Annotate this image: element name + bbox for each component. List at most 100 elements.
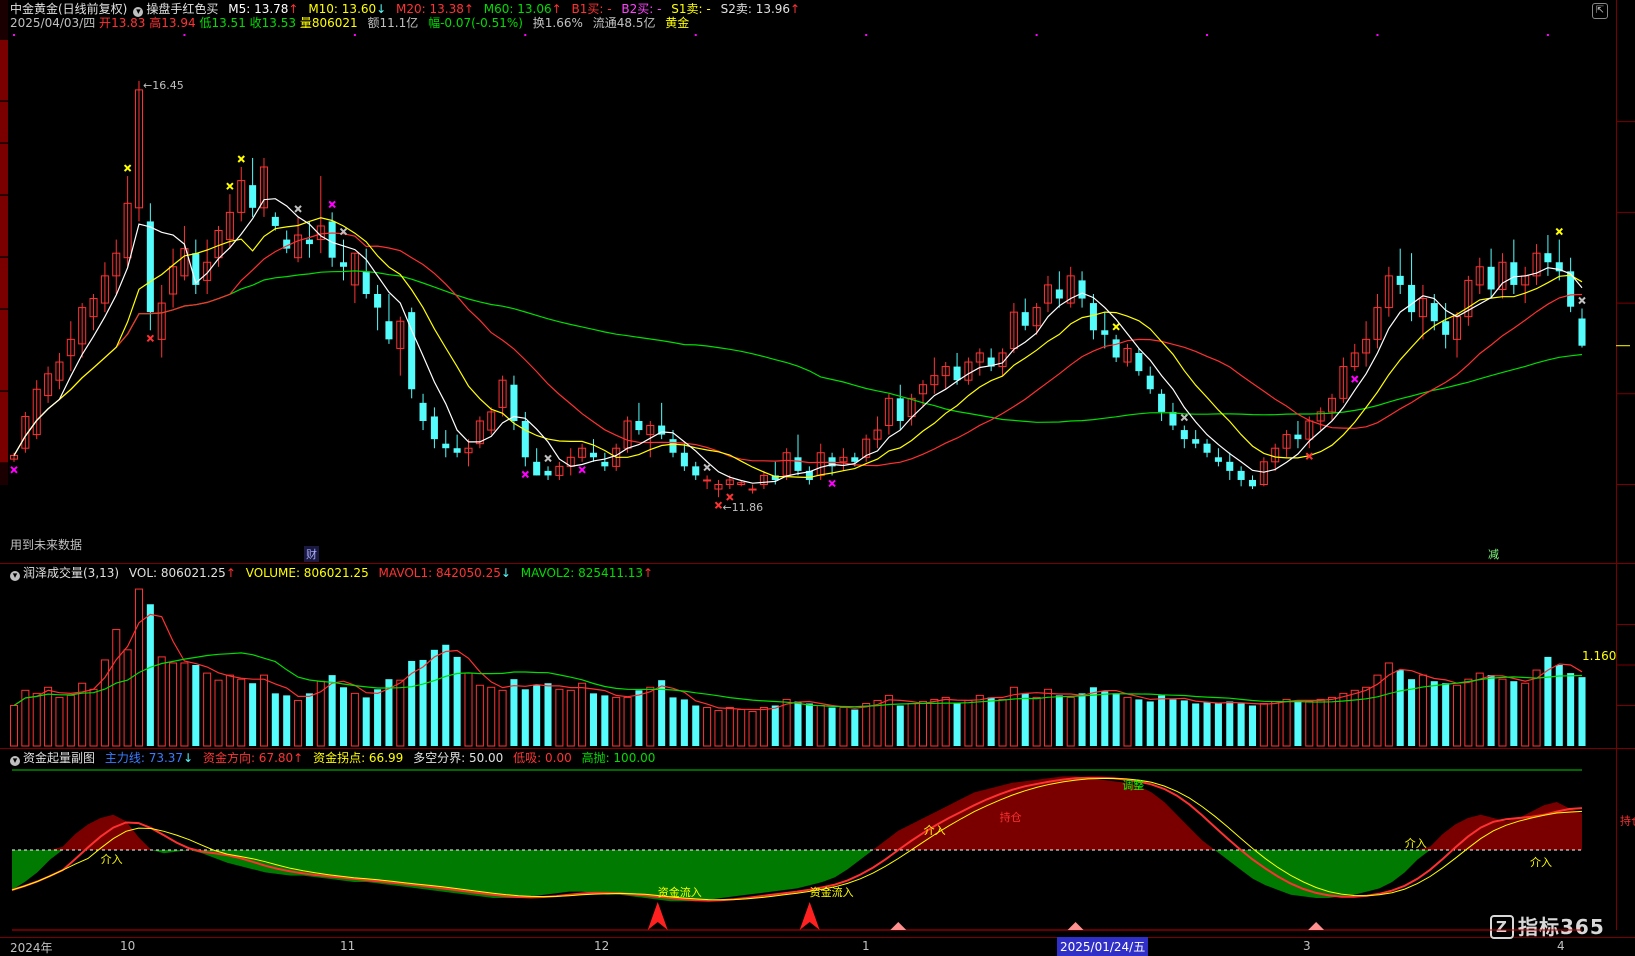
candle-body-down (1146, 375, 1154, 390)
volume-bar-up (112, 629, 121, 747)
volume-bar-down (1192, 703, 1200, 746)
volume-bar-up (475, 684, 484, 747)
volume-bar-up (1009, 686, 1018, 747)
candle-body-down (1430, 303, 1438, 322)
volume-bar-up (555, 688, 564, 747)
candle-body-down (1578, 318, 1586, 346)
volume-bar-down (1442, 683, 1450, 746)
volume-bar-up (1259, 702, 1268, 747)
candle-body-down (385, 321, 393, 340)
volume-bar-down (669, 697, 677, 746)
candle-body-down (794, 457, 802, 471)
top-marker-dot (183, 34, 186, 36)
volume-bar-up (1350, 689, 1359, 747)
volume-bar-up (612, 696, 621, 747)
volume-bar-up (1316, 698, 1325, 747)
candle-body-down (1192, 439, 1200, 444)
volume-bar-up (862, 702, 871, 747)
volume-bar-up (21, 689, 30, 747)
candle-body-down (1408, 284, 1416, 313)
volume-bar-up (748, 711, 757, 747)
volume-bar-up (1418, 674, 1427, 747)
pink-marker (890, 922, 907, 930)
candle-body-down (146, 221, 154, 313)
volume-bar-down (1555, 665, 1563, 746)
volume-bar-up (203, 672, 212, 747)
volume-bar-down (362, 697, 370, 746)
jieru-label: 介入 (924, 824, 946, 837)
volume-bar-down (271, 693, 279, 746)
candle-body-down (374, 294, 382, 308)
signal-cross (123, 164, 132, 172)
volume-bar-up (487, 686, 496, 747)
volume-bar-up (1032, 696, 1041, 747)
candle-body-down (953, 366, 961, 381)
volume-bar-up (1328, 696, 1337, 747)
volume-bar-down (771, 705, 779, 746)
candle-body-down (328, 221, 336, 258)
top-marker-dot (1206, 34, 1209, 36)
volume-bar-down (1078, 693, 1086, 746)
volume-bar-up (1123, 696, 1132, 747)
hold-label: 持仓 (1000, 810, 1022, 824)
candle-body-down (1544, 253, 1552, 263)
volume-bar-down (1169, 699, 1177, 746)
candle-body-down (1021, 312, 1029, 326)
signal-cross (226, 182, 234, 190)
candle-body-down (589, 452, 598, 458)
volume-bar-up (964, 699, 973, 747)
top-marker-dot (1035, 34, 1038, 36)
volume-bar-down (589, 693, 598, 746)
top-marker-dot (865, 34, 868, 36)
candle-body-down (1169, 411, 1177, 426)
volume-bar-down (1430, 681, 1438, 746)
candle-body-down (1089, 303, 1097, 331)
top-marker-dot (694, 34, 697, 36)
candle-body-down (1396, 275, 1404, 285)
volume-bar-down (249, 683, 257, 746)
candle-body-down (1442, 321, 1450, 335)
volume-bar-up (918, 700, 928, 747)
volume-bar-up (89, 688, 98, 747)
volume-bar-up (55, 696, 64, 747)
candle-body-down (544, 470, 552, 476)
candle-body-down (339, 262, 348, 267)
jieru-label: 介入 (1405, 837, 1427, 850)
signal-cross (328, 200, 336, 209)
volume-bar-up (907, 702, 916, 747)
volume-bar-up (157, 656, 166, 747)
volume-bar-down (544, 683, 552, 746)
volume-bar-down (419, 659, 427, 746)
candle-body-up (703, 479, 712, 482)
volume-bar-down (1578, 677, 1586, 746)
chart-canvas[interactable]: ←16.45←11.86资金流入资金流入介入介入介入介入持仓持仓调整 (0, 0, 1635, 955)
top-marker-dot (524, 34, 527, 36)
volume-bar-up (316, 680, 325, 747)
candle-body-down (1158, 393, 1166, 412)
volume-bar-up (44, 686, 53, 747)
volume-bar-up (32, 692, 41, 747)
signal-cross (1180, 413, 1189, 422)
volume-bar-up (9, 705, 19, 747)
candle-body-down (1226, 461, 1234, 471)
volume-bar-up (975, 694, 984, 747)
volume-bar-up (1362, 686, 1371, 747)
candle-body-down (1214, 457, 1222, 462)
candle-body-down (305, 239, 313, 245)
volume-bar-up (1066, 696, 1075, 747)
volume-bar-up (623, 696, 632, 747)
volume-bar-up (737, 709, 746, 747)
candle-body-down (1510, 262, 1518, 285)
signal-cross (237, 155, 245, 163)
inflow-label: 资金流入 (810, 885, 854, 899)
candle-body-down (1101, 330, 1109, 335)
volume-bar-up (350, 692, 359, 747)
volume-bar-down (805, 703, 813, 746)
top-marker-dot (1546, 34, 1549, 36)
signal-cross (10, 466, 18, 474)
inflow-arrow (799, 902, 820, 930)
top-marker-dot (1376, 34, 1379, 36)
volume-bar-down (453, 656, 461, 746)
signal-cross (1112, 323, 1120, 331)
volume-bar-down (1101, 691, 1109, 746)
